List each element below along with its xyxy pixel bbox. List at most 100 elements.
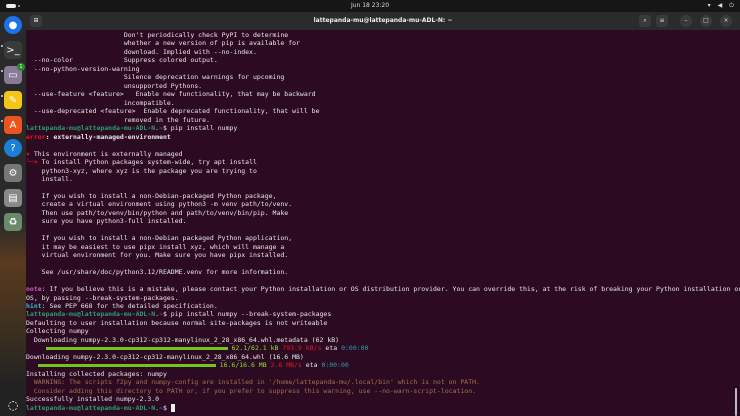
terminal-line: --no-python-version-warning [26, 65, 734, 73]
terminal-line: See /usr/share/doc/python3.12/README.ven… [26, 268, 734, 276]
window-header: ⊞ lattepanda-mu@lattepanda-mu-ADL-N: ~ ⌕… [26, 12, 740, 30]
terminal-line: If you wish to install a non-Debian-pack… [26, 192, 734, 200]
terminal-line: python3-xyz, where xyz is the package yo… [26, 167, 734, 175]
maximize-button[interactable]: □ [700, 15, 712, 27]
terminal-line: error: externally-managed-environment [26, 133, 734, 141]
terminal-icon: >_ [6, 44, 20, 56]
top-bar: Jun 18 23:20 ▾ ◀ ⏻ [0, 0, 740, 12]
dock-chrome[interactable]: ● [4, 16, 22, 34]
terminal-text: Downloading numpy-2.3.0-cp312-cp312-many… [26, 335, 340, 344]
running-indicator [1, 120, 3, 122]
terminal-text: --no-color Suppress colored output. [26, 56, 218, 65]
dock: ● >_ ▭ 1 ✎ A? ⚙ ▤ ♻ ◌ [0, 12, 26, 416]
terminal-line: incompatible. [26, 99, 734, 107]
terminal-line: note: If you believe this is a mistake, … [26, 285, 740, 294]
dock-disks[interactable]: ▤ [4, 189, 22, 207]
terminal-line: Installing collected packages: numpy [26, 370, 734, 378]
terminal-line: lattepanda-mu@lattepanda-mu-ADL-N.~$ [26, 403, 734, 412]
terminal-text: virtual environment for you. Make sure y… [26, 251, 289, 260]
close-button[interactable]: × [720, 15, 732, 27]
dock-files[interactable]: ▭ 1 [4, 63, 25, 84]
scrollbar[interactable] [735, 388, 737, 416]
terminal-text: sure you have python3-full installed. [26, 217, 187, 226]
terminal-text: ╰─> [26, 158, 38, 167]
terminal-line: lattepanda-mu@lattepanda-mu-ADL-N.~$ pip… [26, 124, 734, 132]
terminal-text: error [26, 132, 46, 141]
terminal-line: Consider adding this directory to PATH o… [26, 387, 734, 395]
terminal-line: Downloading numpy-2.3.0-cp312-cp312-many… [26, 336, 734, 344]
terminal-text: Consider adding this directory to PATH o… [26, 386, 477, 395]
terminal-line: Successfully installed numpy-2.3.0 [26, 395, 734, 403]
terminal-line: --use-feature <feature> Enable new funct… [26, 90, 734, 98]
terminal-line: Then use path/to/venv/bin/python and pat… [26, 209, 734, 217]
terminal-text: 793.9 kB/s [278, 344, 322, 353]
dock-app-center[interactable]: A [4, 116, 22, 134]
terminal-text: --use-feature <feature> Enable new funct… [26, 90, 316, 99]
terminal-text: python3-xyz, where xyz is the package yo… [26, 166, 257, 175]
terminal-text: --no-python-version-warning [26, 64, 140, 73]
terminal-text: lattepanda-mu@lattepanda-mu-ADL-N [26, 403, 156, 412]
chrome-icon: ● [8, 19, 18, 31]
terminal-text: 3.6 MB/s [266, 361, 302, 370]
terminal-text: incompatible. [26, 98, 175, 107]
window-title: lattepanda-mu@lattepanda-mu-ADL-N: ~ [313, 17, 453, 24]
system-tray[interactable]: ▾ ◀ ⏻ [708, 2, 734, 10]
terminal-text: Don't periodically check PyPI to determi… [26, 31, 289, 39]
terminal-line: it may be easiest to use pipx install xy… [26, 243, 734, 251]
dock-terminal[interactable]: >_ [4, 41, 22, 59]
maximize-icon: □ [703, 17, 709, 24]
menu-button[interactable]: ≡ [656, 15, 668, 27]
help-icon: ? [10, 142, 16, 154]
running-indicator [1, 45, 3, 47]
terminal-text: lattepanda-mu@lattepanda-mu-ADL-N [26, 310, 156, 319]
terminal-line: unsupported Pythons. [26, 82, 734, 90]
dock-text-editor[interactable]: ✎ [4, 91, 22, 109]
terminal-text: If you wish to install a non-Debian pack… [26, 234, 293, 243]
terminal-line: × This environment is externally managed [26, 150, 734, 158]
terminal-line: create a virtual environment using pytho… [26, 200, 734, 208]
terminal-line: sure you have python3-full installed. [26, 217, 734, 225]
clock[interactable]: Jun 18 23:20 [0, 2, 740, 9]
terminal-line: 16.6/16.6 MB 3.6 MB/s eta 0:00:00 [26, 361, 734, 369]
terminal-text: Collecting numpy [26, 327, 89, 336]
volume-icon[interactable]: ◀ [718, 2, 723, 10]
terminal-text: note [26, 285, 42, 294]
terminal-line: Downloading numpy-2.3.0-cp312-cp312-many… [26, 353, 734, 361]
terminal-text: If you wish to install a non-Debian-pack… [26, 191, 277, 200]
dock-help[interactable]: ? [4, 139, 22, 157]
terminal-text: : If you believe this is a mistake, plea… [41, 285, 740, 294]
terminal-text: unsupported Pythons. [26, 81, 203, 90]
progress-bar [45, 346, 228, 350]
terminal-line: virtual environment for you. Make sure y… [26, 251, 734, 259]
terminal-text: 16.6/16.6 MB [215, 361, 267, 370]
terminal-line: WARNING: The scripts f2py and numpy-conf… [26, 378, 734, 386]
dock-trash[interactable]: ♻ [4, 213, 22, 231]
power-icon[interactable]: ⏻ [729, 2, 734, 10]
terminal-text: whether a new version of pip is availabl… [26, 39, 300, 48]
terminal-text: Then use path/to/venv/bin/python and pat… [26, 208, 289, 217]
progress-bar [37, 363, 216, 367]
wifi-icon[interactable]: ▾ [708, 2, 711, 10]
terminal-text: See /usr/share/doc/python3.12/README.ven… [26, 268, 289, 277]
settings-icon: ⚙ [8, 167, 18, 179]
terminal-text: $ pip install numpy [162, 124, 238, 133]
terminal-line: install. [26, 175, 734, 183]
terminal-text: 62.1/62.1 kB [227, 344, 279, 353]
terminal-line: lattepanda-mu@lattepanda-mu-ADL-N.~$ pip… [26, 310, 734, 318]
terminal-line: Collecting numpy [26, 327, 734, 335]
terminal-output[interactable]: Don't periodically check PyPI to determi… [26, 31, 740, 412]
terminal-line: 62.1/62.1 kB 793.9 kB/s eta 0:00:00 [26, 344, 734, 352]
search-icon: ⌕ [643, 17, 647, 24]
terminal-line: --no-color Suppress colored output. [26, 56, 734, 64]
close-icon: × [723, 17, 729, 24]
terminal-text: $ pip install numpy --break-system-packa… [162, 310, 332, 319]
dock-settings[interactable]: ⚙ [4, 164, 22, 182]
minimize-button[interactable]: – [680, 15, 692, 27]
show-apps-icon[interactable]: ◌ [4, 396, 22, 414]
search-button[interactable]: ⌕ [639, 15, 651, 27]
